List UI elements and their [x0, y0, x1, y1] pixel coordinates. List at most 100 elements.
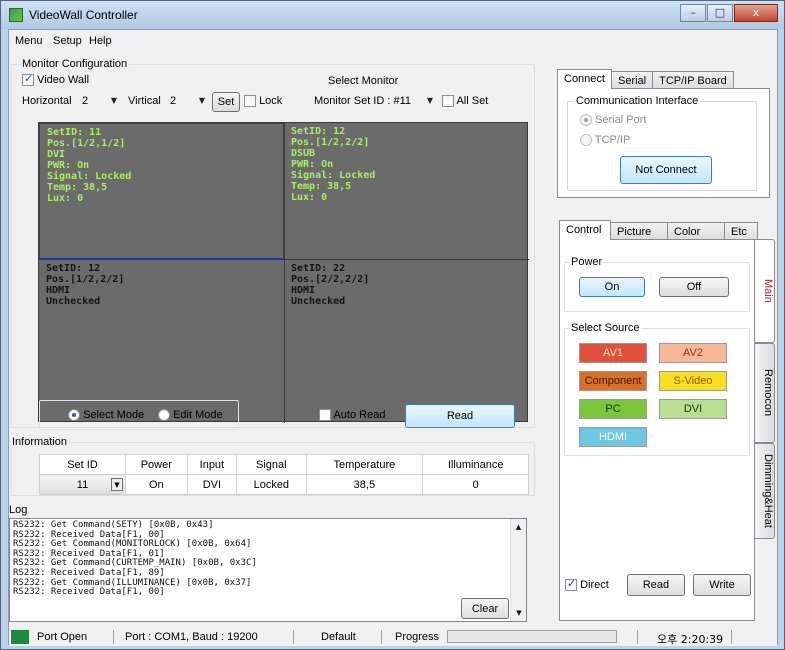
monitor-line: Unchecked	[291, 296, 346, 307]
monitor-cell-12b[interactable]: SetID: 12 Pos.[1/2,2/2] HDMI Unchecked	[39, 260, 284, 396]
monitor-line: Unchecked	[46, 296, 101, 307]
column-header: Set ID	[39, 454, 126, 475]
monitor-line: Pos.[1/2,2/2]	[291, 137, 370, 148]
tab-tcpip-board[interactable]: TCP/IP Board	[652, 71, 734, 89]
auto-read-checkbox[interactable]	[319, 409, 331, 422]
client-area: Menu Setup Help Monitor Configuration Vi…	[8, 29, 778, 646]
chevron-down-icon: ▼	[110, 96, 117, 105]
monitor-line: Signal: Locked	[291, 170, 376, 181]
log-line: RS232: Received Data[F1, 00]	[13, 587, 165, 598]
monitor-line: PWR: On	[291, 159, 334, 170]
connect-tabs: Connect Serial TCP/IP Board	[557, 69, 734, 89]
port-open-status: Port Open	[37, 631, 88, 643]
monitor-set-select[interactable]: Monitor Set ID : #11 ▼	[310, 92, 436, 112]
select-monitor-label: Select Monitor	[328, 75, 399, 87]
progress-label: Progress	[395, 631, 440, 643]
source-svideo-button[interactable]: S-Video	[659, 371, 727, 391]
log-scrollbar[interactable]: ▲ ▼	[510, 519, 526, 621]
column-header: Power	[125, 454, 188, 475]
read-button[interactable]: Read	[405, 404, 515, 428]
table-cell: DVI	[186, 474, 238, 495]
monitor-cell-12[interactable]: SetID: 12 Pos.[1/2,2/2] DSUB PWR: On Sig…	[284, 123, 529, 259]
monitor-configuration-legend: Monitor Configuration	[20, 58, 130, 70]
monitor-line: HDMI	[291, 285, 316, 296]
horizontal-label: Horizontal	[22, 95, 72, 107]
tcpip-radio[interactable]	[580, 134, 592, 147]
monitor-line: PWR: On	[47, 160, 90, 171]
select-mode-radio[interactable]	[68, 409, 80, 422]
clear-button[interactable]: Clear	[461, 598, 509, 619]
control-write-button[interactable]: Write	[693, 574, 751, 596]
progress-bar	[447, 630, 617, 643]
column-header: Illuminance	[422, 454, 529, 475]
source-av2-button[interactable]: AV2	[659, 343, 727, 363]
not-connect-button[interactable]: Not Connect	[620, 156, 712, 184]
edit-mode-radio[interactable]	[158, 409, 170, 422]
menu-bar: Menu Setup Help	[9, 30, 777, 52]
source-hdmi-button[interactable]: HDMI	[579, 427, 647, 447]
log-textarea[interactable]: RS232: Get Command(SETY) [0x0B, 0x43] RS…	[9, 518, 527, 622]
source-component-button[interactable]: Component	[579, 371, 647, 391]
window-title: VideoWall Controller	[29, 8, 138, 22]
select-mode-label: Select Mode	[83, 409, 145, 421]
power-legend: Power	[569, 256, 605, 268]
tab-etc[interactable]: Etc	[724, 222, 758, 240]
video-wall-checkbox[interactable]	[22, 72, 34, 87]
side-tab-dimming-heat[interactable]: Dimming&Heat	[755, 443, 775, 539]
monitor-line: SetID: 12	[291, 126, 346, 137]
monitor-cell-11[interactable]: SetID: 11 Pos.[1/2,1/2] DVI PWR: On Sign…	[39, 123, 284, 259]
direct-checkbox[interactable]	[565, 577, 577, 592]
tab-control[interactable]: Control	[559, 220, 611, 240]
tab-color[interactable]: Color	[667, 222, 725, 240]
all-set-label: All Set	[456, 95, 489, 107]
information-legend: Information	[10, 436, 70, 448]
tab-serial[interactable]: Serial	[610, 71, 654, 89]
maximize-button[interactable]: □	[707, 4, 733, 22]
monitor-line: Pos.[2/2,2/2]	[291, 274, 370, 285]
horizontal-select[interactable]: 2 ▼	[78, 92, 120, 112]
monitor-line: Pos.[1/2,2/2]	[46, 274, 125, 285]
monitor-line: SetID: 11	[47, 127, 102, 138]
serial-port-radio[interactable]	[580, 114, 592, 127]
set-button[interactable]: Set	[212, 92, 240, 112]
direct-label: Direct	[580, 579, 609, 591]
power-off-button[interactable]: Off	[659, 277, 729, 297]
monitor-line: DSUB	[291, 148, 316, 159]
side-tab-remocon[interactable]: Remocon	[755, 343, 775, 443]
monitor-line: Lux: 0	[291, 192, 328, 203]
minimize-button[interactable]: –	[680, 4, 706, 22]
power-on-button[interactable]: On	[579, 277, 645, 297]
set-id-select[interactable]: 11 ▼	[39, 474, 126, 495]
auto-read-label: Auto Read	[333, 409, 386, 421]
video-wall-grid: SetID: 11 Pos.[1/2,1/2] DVI PWR: On Sign…	[38, 122, 529, 423]
side-tab-main[interactable]: Main	[755, 239, 775, 343]
grid-divider	[284, 123, 285, 423]
chevron-down-icon: ▼	[111, 478, 123, 491]
tab-connect[interactable]: Connect	[557, 69, 612, 89]
menu-menu[interactable]: Menu	[15, 35, 43, 47]
source-dvi-button[interactable]: DVI	[659, 399, 727, 419]
communication-interface-group: Communication Interface Serial Port TCP/…	[567, 95, 757, 191]
source-pc-button[interactable]: PC	[579, 399, 647, 419]
chevron-down-icon[interactable]: ▼	[511, 609, 527, 619]
table-cell: 11	[76, 478, 89, 491]
grid-divider	[39, 259, 529, 260]
all-set-checkbox[interactable]	[442, 95, 454, 108]
chevron-up-icon[interactable]: ▲	[511, 523, 526, 533]
port-status-indicator	[11, 630, 29, 644]
close-button[interactable]: x	[734, 4, 778, 22]
monitor-line: SetID: 22	[291, 263, 346, 274]
monitor-cell-22[interactable]: SetID: 22 Pos.[2/2,2/2] HDMI Unchecked	[284, 260, 529, 396]
tab-picture[interactable]: Picture	[610, 222, 668, 240]
vertical-select[interactable]: 2 ▼	[166, 92, 208, 112]
menu-help[interactable]: Help	[89, 35, 112, 47]
column-header: Input	[186, 454, 238, 475]
source-av1-button[interactable]: AV1	[579, 343, 647, 363]
chevron-down-icon: ▼	[198, 96, 205, 105]
lock-checkbox[interactable]	[244, 95, 256, 108]
column-header: Signal	[236, 454, 307, 475]
menu-setup[interactable]: Setup	[53, 35, 82, 47]
control-read-button[interactable]: Read	[627, 574, 685, 596]
monitor-line: DVI	[47, 149, 66, 160]
port-info-status: Port : COM1, Baud : 19200	[125, 631, 258, 643]
